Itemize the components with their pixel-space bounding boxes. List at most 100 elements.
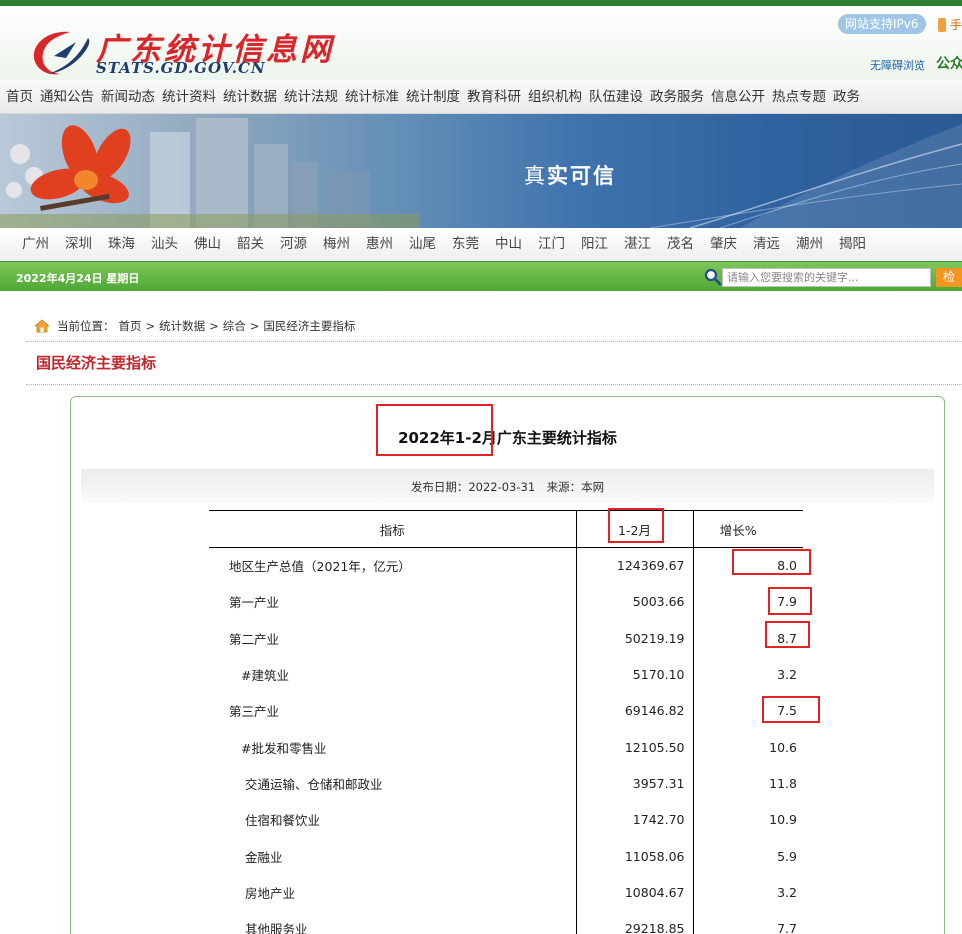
city-link-shantou[interactable]: 汕头 xyxy=(143,228,186,260)
city-link-zhongshan[interactable]: 中山 xyxy=(487,228,530,260)
current-date: 2022年4月24日 星期日 xyxy=(16,272,140,285)
site-header: 广东统计信息网 STATS.GD.GOV.CN 网站支持IPv6 手 无障碍浏览… xyxy=(0,6,962,80)
nav-item-notices[interactable]: 通知公告 xyxy=(37,80,98,113)
city-link-zhuhai[interactable]: 珠海 xyxy=(100,228,143,260)
city-link-foshan[interactable]: 佛山 xyxy=(186,228,229,260)
annotation-box-gdp-growth xyxy=(732,549,811,575)
row-growth: 3.2 xyxy=(777,667,797,683)
city-link-huizhou[interactable]: 惠州 xyxy=(358,228,401,260)
table-row: 第二产业 50219.19 8.7 xyxy=(209,620,803,657)
city-link-jiangmen[interactable]: 江门 xyxy=(530,228,573,260)
nav-item-systems[interactable]: 统计制度 xyxy=(403,80,464,113)
banner-artwork xyxy=(0,118,962,228)
page: 广东统计信息网 STATS.GD.GOV.CN 网站支持IPv6 手 无障碍浏览… xyxy=(0,0,962,934)
table-row: 地区生产总值（2021年，亿元） 124369.67 8.0 xyxy=(209,547,803,584)
nav-item-materials[interactable]: 统计资料 xyxy=(159,80,220,113)
nav-item-laws[interactable]: 统计法规 xyxy=(281,80,342,113)
city-link-qingyuan[interactable]: 清远 xyxy=(745,228,788,260)
breadcrumb-item-home[interactable]: 首页 xyxy=(119,318,142,334)
header-indicator: 指标 xyxy=(209,510,576,548)
city-link-chaozhou[interactable]: 潮州 xyxy=(788,228,831,260)
divider xyxy=(26,384,962,385)
row-name: 金融业 xyxy=(245,849,283,865)
table-header-row: 指标 1-2月 增长% xyxy=(209,510,803,548)
row-value: 10804.67 xyxy=(575,874,694,911)
row-value: 1742.70 xyxy=(575,801,694,838)
banner-slogan-part-b: 实可信 xyxy=(547,163,616,188)
accessible-browse-link[interactable]: 无障碍浏览 xyxy=(870,57,925,73)
row-growth: 10.9 xyxy=(769,812,797,828)
row-value: 29218.85 xyxy=(575,910,694,934)
nav-item-home[interactable]: 首页 xyxy=(0,80,37,113)
city-link-zhaoqing[interactable]: 肇庆 xyxy=(702,228,745,260)
row-name: 第三产业 xyxy=(229,704,280,720)
city-link-heyuan[interactable]: 河源 xyxy=(272,228,315,260)
row-name: 地区生产总值（2021年，亿元） xyxy=(229,559,411,575)
row-value: 12105.50 xyxy=(575,728,694,766)
divider xyxy=(26,341,962,342)
banner-slogan: 真实可信 xyxy=(524,160,616,190)
row-growth: 5.9 xyxy=(777,848,797,864)
row-name: 住宿和餐饮业 xyxy=(245,813,321,829)
mobile-link[interactable]: 手 xyxy=(950,16,962,33)
city-link-shaoguan[interactable]: 韶关 xyxy=(229,228,272,260)
breadcrumb-item-stats-data[interactable]: 统计数据 xyxy=(159,318,205,334)
table-row: 第三产业 69146.82 7.5 xyxy=(209,692,803,729)
table-row: 第一产业 5003.66 7.9 xyxy=(209,583,803,621)
breadcrumb-item-general[interactable]: 综合 xyxy=(223,318,246,334)
nav-item-standards[interactable]: 统计标准 xyxy=(342,80,403,113)
table-row: 住宿和餐饮业 1742.70 10.9 xyxy=(209,801,803,838)
nav-item-data[interactable]: 统计数据 xyxy=(220,80,281,113)
row-name: #批发和零售业 xyxy=(241,740,327,756)
logo-domain: STATS.GD.GOV.CN xyxy=(96,59,266,77)
nav-item-disclosure[interactable]: 信息公开 xyxy=(708,80,769,113)
row-name: 房地产业 xyxy=(245,885,296,901)
mobile-icon[interactable] xyxy=(938,18,946,32)
table-row: 房地产业 10804.67 3.2 xyxy=(209,874,803,911)
search-button[interactable]: 检 xyxy=(936,268,962,287)
public-account-link[interactable]: 公众 xyxy=(936,53,962,73)
row-name: 其他服务业 xyxy=(245,922,308,934)
nav-item-services[interactable]: 政务服务 xyxy=(647,80,708,113)
hero-banner: 真实可信 xyxy=(0,114,962,228)
nav-item-news[interactable]: 新闻动态 xyxy=(98,80,159,113)
nav-item-topics[interactable]: 热点专题 xyxy=(769,80,830,113)
ipv6-badge: 网站支持IPv6 xyxy=(838,14,926,34)
row-name: #建筑业 xyxy=(241,668,289,684)
city-link-shanwei[interactable]: 汕尾 xyxy=(401,228,444,260)
city-link-jieyang[interactable]: 揭阳 xyxy=(831,228,874,260)
city-link-shenzhen[interactable]: 深圳 xyxy=(57,228,100,260)
city-link-dongguan[interactable]: 东莞 xyxy=(444,228,487,260)
city-link-meizhou[interactable]: 梅州 xyxy=(315,228,358,260)
nav-item-team[interactable]: 队伍建设 xyxy=(586,80,647,113)
breadcrumb: 当前位置： 首页 > 统计数据 > 综合 > 国民经济主要指标 xyxy=(34,318,355,334)
banner-slogan-part-a: 真 xyxy=(524,164,547,188)
city-link-zhanjiang[interactable]: 湛江 xyxy=(616,228,659,260)
annotation-box-secondary-growth xyxy=(765,621,810,648)
search-icon xyxy=(704,268,722,286)
city-nav: 广州 深圳 珠海 汕头 佛山 韶关 河源 梅州 惠州 汕尾 东莞 中山 江门 阳… xyxy=(0,228,962,260)
section-title: 国民经济主要指标 xyxy=(36,354,157,372)
table-row: 其他服务业 29218.85 7.7 xyxy=(209,910,803,934)
search-input[interactable]: 请输入您要搜索的关键字... xyxy=(722,268,931,287)
breadcrumb-separator: > xyxy=(249,319,260,333)
site-logo-icon[interactable] xyxy=(30,28,92,78)
nav-item-education[interactable]: 教育科研 xyxy=(464,80,525,113)
city-link-yangjiang[interactable]: 阳江 xyxy=(573,228,616,260)
table-row: #建筑业 5170.10 3.2 xyxy=(209,656,803,693)
annotation-box-title-period xyxy=(376,404,493,456)
row-value: 5170.10 xyxy=(575,656,694,693)
breadcrumb-item-current[interactable]: 国民经济主要指标 xyxy=(263,318,355,334)
nav-item-organization[interactable]: 组织机构 xyxy=(525,80,586,113)
table-row: #批发和零售业 12105.50 10.6 xyxy=(209,728,803,766)
date-search-bar: 2022年4月24日 星期日 请输入您要搜索的关键字... 检 xyxy=(0,261,962,291)
table-row: 金融业 11058.06 5.9 xyxy=(209,837,803,875)
nav-item-government[interactable]: 政务 xyxy=(830,80,864,113)
annotation-box-primary-growth xyxy=(768,587,812,615)
city-link-guangzhou[interactable]: 广州 xyxy=(0,228,57,260)
row-growth: 11.8 xyxy=(769,775,797,791)
header-growth: 增长% xyxy=(693,510,803,548)
city-link-maoming[interactable]: 茂名 xyxy=(659,228,702,260)
breadcrumb-separator: > xyxy=(209,319,219,333)
row-value: 5003.66 xyxy=(575,583,694,621)
